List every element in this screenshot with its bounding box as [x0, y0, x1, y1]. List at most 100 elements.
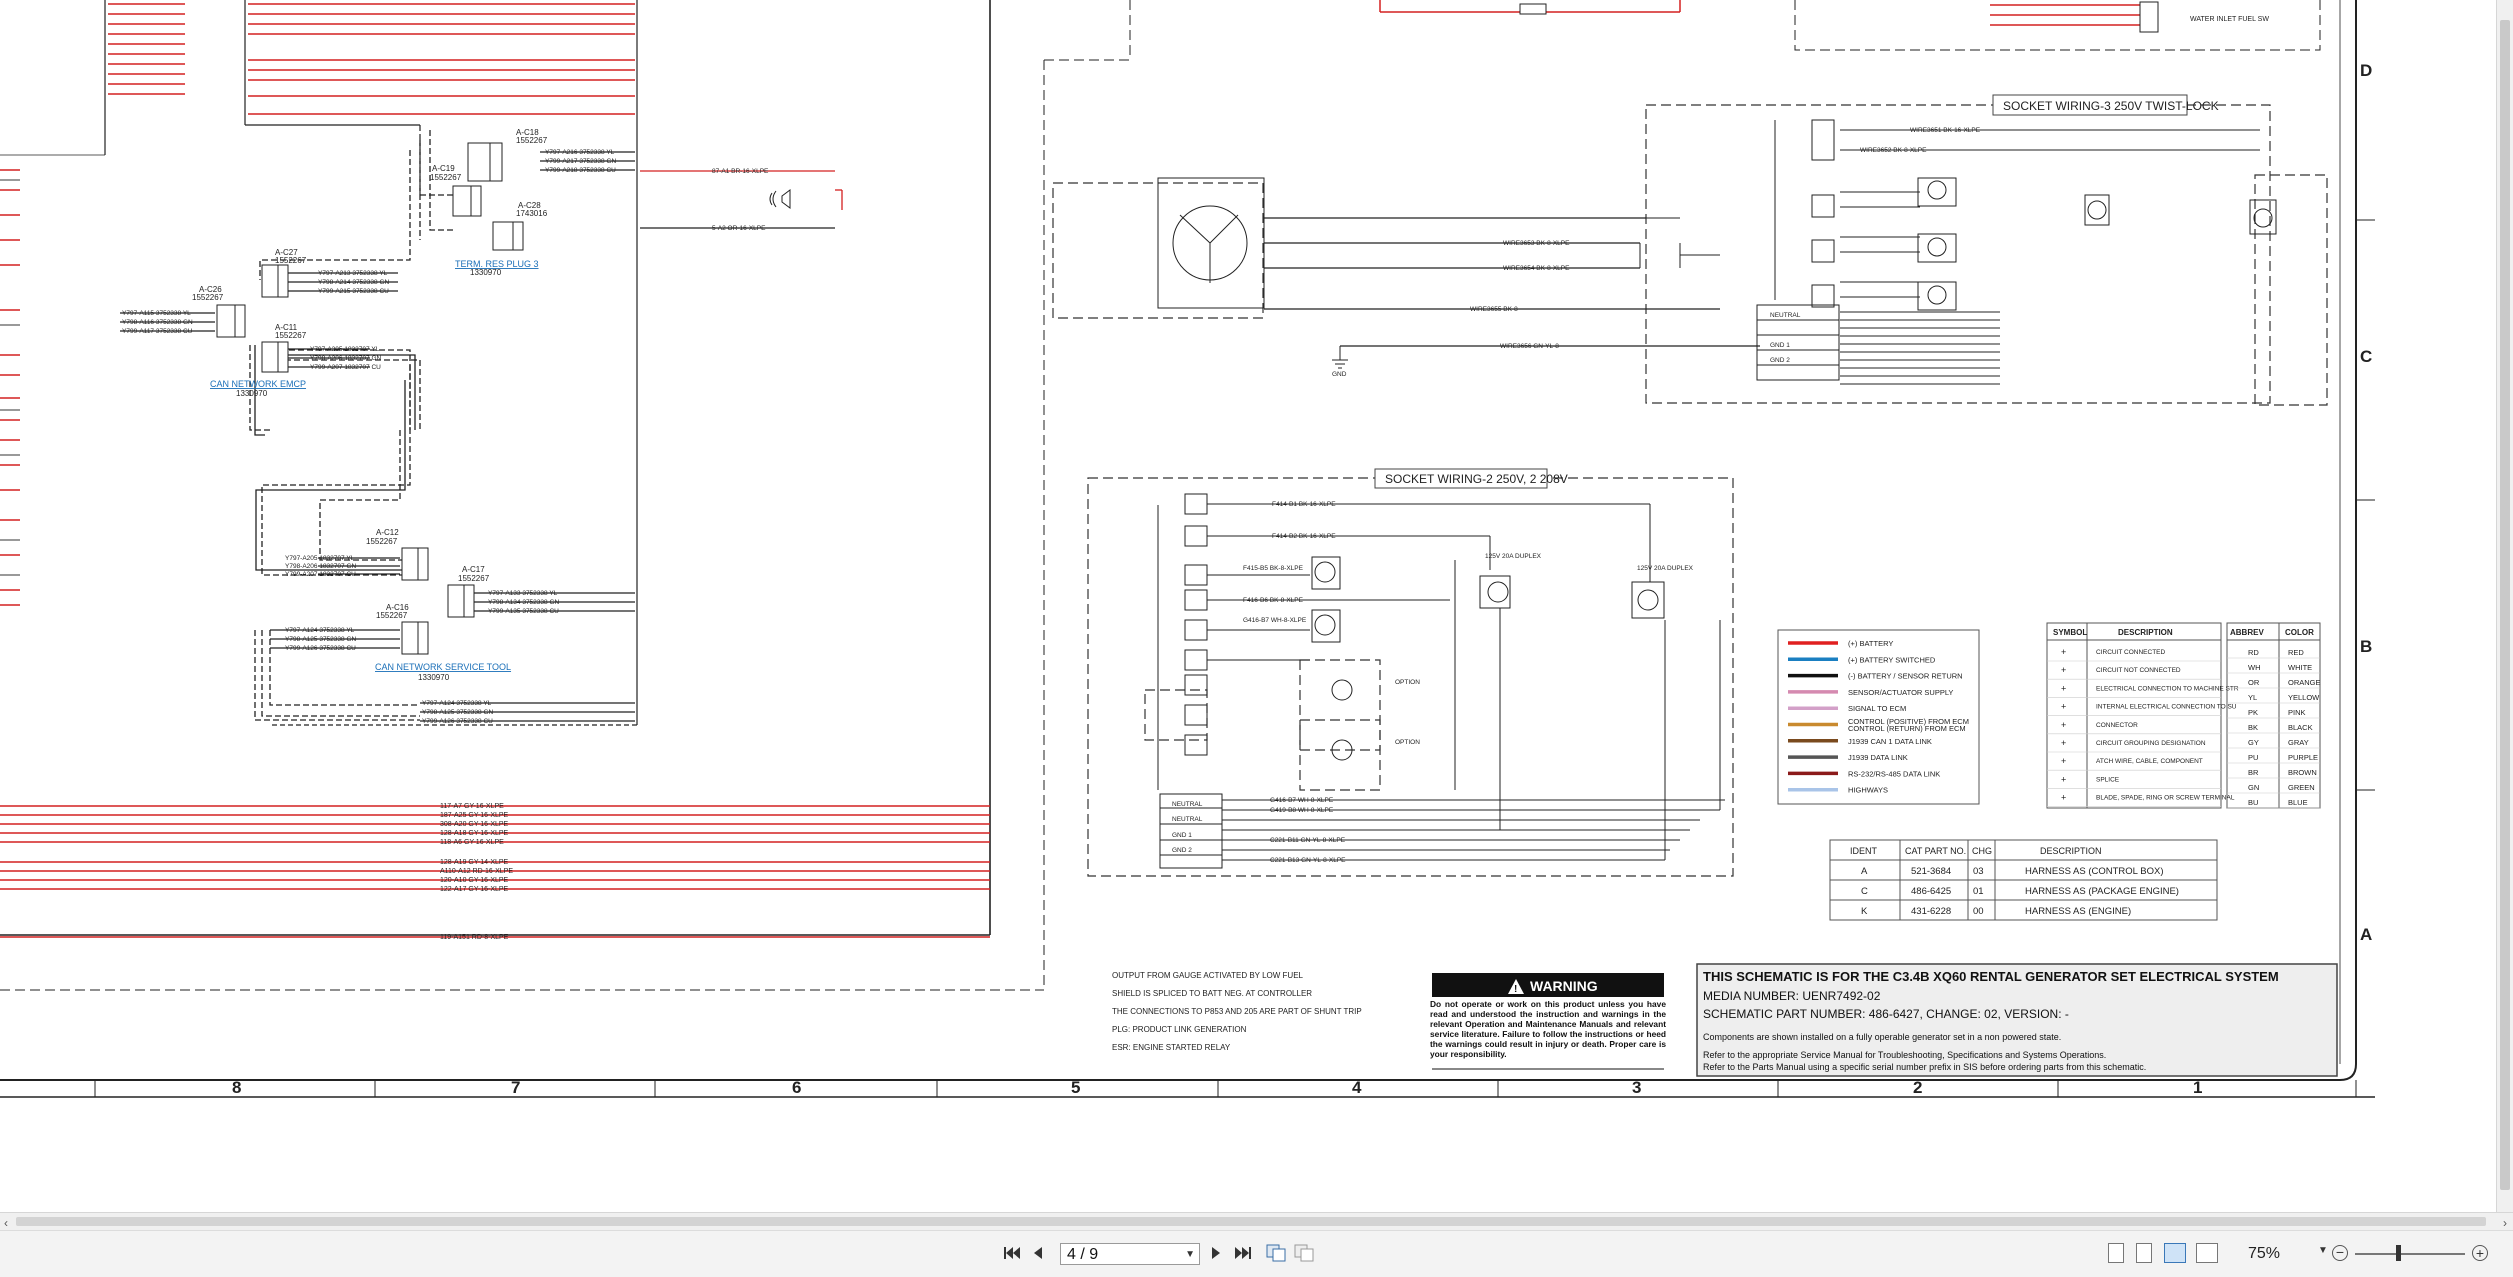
svg-text:SHIELD IS SPLICED TO BATT NEG.: SHIELD IS SPLICED TO BATT NEG. AT CONTRO…: [1112, 989, 1312, 998]
next-view-button[interactable]: [1294, 1241, 1314, 1265]
can-network-service-tool-link[interactable]: CAN NETWORK SERVICE TOOL: [375, 662, 511, 672]
zone-col-2: 2: [1913, 1078, 1922, 1097]
page-dropdown-icon[interactable]: ▼: [1185, 1244, 1195, 1266]
horizontal-scroll-thumb[interactable]: [16, 1217, 2486, 1226]
continuous-view-icon[interactable]: [2136, 1243, 2152, 1263]
symbol-glyph: +: [2061, 738, 2066, 748]
single-page-view-icon[interactable]: [2108, 1243, 2124, 1263]
legend-label: CONTROL (RETURN) FROM ECM: [1848, 724, 1966, 733]
scroll-left-arrow-icon[interactable]: ‹: [4, 1216, 8, 1230]
connector-pn: 1552267: [376, 611, 408, 620]
symbol-glyph: +: [2061, 793, 2066, 803]
ident-code: K: [1861, 906, 1868, 917]
svg-text:1330970: 1330970: [236, 389, 268, 398]
ident-part-number: 431-6228: [1911, 906, 1951, 917]
legend-label: RS-232/RS-485 DATA LINK: [1848, 769, 1940, 778]
svg-text:C221-B11 GN-YL-8-XLPE: C221-B11 GN-YL-8-XLPE: [1270, 837, 1346, 844]
legend-label: (+) BATTERY SWITCHED: [1848, 655, 1936, 664]
zone-col-1: 1: [2193, 1078, 2202, 1097]
wire-label: 308-A20 GY-16-XLPE: [440, 821, 509, 828]
zone-col-6: 6: [792, 1078, 801, 1097]
legend-label: SIGNAL TO ECM: [1848, 704, 1906, 713]
svg-text:G419-B8 WH-8-XLPE: G419-B8 WH-8-XLPE: [1270, 807, 1334, 814]
vertical-scroll-thumb[interactable]: [2500, 20, 2510, 1190]
title-line2: Refer to the appropriate Service Manual …: [1703, 1050, 2106, 1060]
connector-pn: 1552267: [458, 574, 490, 583]
first-page-icon: [1004, 1247, 1020, 1259]
facing-view-icon[interactable]: [2164, 1243, 2186, 1263]
previous-view-button[interactable]: [1266, 1241, 1286, 1265]
zone-row-a: A: [2360, 925, 2372, 944]
horizontal-scrollbar[interactable]: ‹ ›: [0, 1212, 2513, 1230]
svg-text:IDENT: IDENT: [1850, 846, 1878, 856]
zoom-out-icon[interactable]: −: [2332, 1245, 2348, 1261]
zoom-slider-thumb[interactable]: [2396, 1245, 2401, 1261]
svg-text:125V 20A DUPLEX: 125V 20A DUPLEX: [1485, 553, 1542, 560]
last-page-button[interactable]: [1234, 1241, 1252, 1265]
svg-text:PLG: PRODUCT LINK GENERATION: PLG: PRODUCT LINK GENERATION: [1112, 1025, 1247, 1034]
previous-page-button[interactable]: [1032, 1241, 1044, 1265]
svg-text:GND 1: GND 1: [1172, 832, 1192, 839]
svg-text:Y798-A134 3752338 GN: Y798-A134 3752338 GN: [488, 599, 559, 606]
color-name: BLACK: [2288, 723, 2313, 732]
svg-text:Y798-A116 3752338 GN: Y798-A116 3752338 GN: [122, 319, 193, 326]
svg-text:Y799-A218 3752338 CU: Y799-A218 3752338 CU: [545, 167, 616, 174]
first-page-button[interactable]: [1003, 1241, 1021, 1265]
color-abbrev: GN: [2248, 783, 2259, 792]
svg-text:DESCRIPTION: DESCRIPTION: [2040, 846, 2102, 856]
color-name: RED: [2288, 648, 2304, 657]
svg-text:F414-B2 BK-16-XLPE: F414-B2 BK-16-XLPE: [1272, 533, 1336, 540]
connector-pn: 1552267: [516, 136, 548, 145]
svg-text:G416-B7 WH-8-XLPE: G416-B7 WH-8-XLPE: [1243, 617, 1307, 624]
zoom-level[interactable]: 75%: [2248, 1245, 2280, 1263]
svg-text:OUTPUT FROM GAUGE ACTIVATED BY: OUTPUT FROM GAUGE ACTIVATED BY LOW FUEL: [1112, 971, 1304, 980]
drawing-border: [0, 0, 2375, 1098]
scroll-right-arrow-icon[interactable]: ›: [2503, 1216, 2507, 1230]
last-page-icon: [1235, 1247, 1251, 1259]
svg-text:Y799-A126 3752338 CU: Y799-A126 3752338 CU: [285, 645, 356, 652]
connector-pn: 1552267: [430, 173, 462, 182]
schematic-notes: OUTPUT FROM GAUGE ACTIVATED BY LOW FUEL …: [1112, 971, 1362, 1052]
symbol-glyph: +: [2061, 665, 2066, 675]
previous-view-icon: [1266, 1244, 1286, 1262]
svg-text:Y799-A217 3752338 GN: Y799-A217 3752338 GN: [545, 158, 616, 165]
svg-text:Y797-A124 3752338 YL: Y797-A124 3752338 YL: [285, 627, 355, 634]
color-abbrev: PU: [2248, 753, 2258, 762]
svg-text:C221-B13 GN-YL-8-XLPE: C221-B13 GN-YL-8-XLPE: [1270, 857, 1346, 864]
legend-label: (-) BATTERY / SENSOR RETURN: [1848, 672, 1963, 681]
symbol-glyph: +: [2061, 702, 2066, 712]
wire-label: 118-A6 GY-16-XLPE: [440, 839, 504, 846]
page-number-input[interactable]: 4 / 9 ▼: [1060, 1243, 1200, 1265]
next-page-button[interactable]: [1210, 1241, 1222, 1265]
continuous-facing-view-icon[interactable]: [2196, 1243, 2218, 1263]
gnd-label: GND: [1332, 371, 1347, 378]
top-center-fragment: [1379, 0, 2321, 51]
symbol-table-headers: SYMBOL DESCRIPTION: [2053, 628, 2173, 637]
ident-description: HARNESS AS (ENGINE): [2025, 906, 2131, 917]
svg-text:WIRE3653 BK-8-XLPE: WIRE3653 BK-8-XLPE: [1503, 240, 1570, 247]
symbol-glyph: +: [2061, 774, 2066, 784]
color-table-rows: RD RED WH WHITE OR ORANGE YL YELLOW PK PINK BK BLAC…: [2227, 648, 2321, 809]
symbol-glyph: +: [2061, 647, 2066, 657]
color-abbrev: BK: [2248, 723, 2258, 732]
zoom-dropdown-icon[interactable]: ▼: [2318, 1245, 2328, 1256]
svg-text:1330970: 1330970: [470, 268, 502, 277]
svg-text:DESCRIPTION: DESCRIPTION: [2118, 628, 2173, 637]
ident-table-headers: IDENT CAT PART NO. CHG DESCRIPTION: [1850, 846, 2102, 856]
zoom-in-icon[interactable]: +: [2472, 1245, 2488, 1261]
can-network-emcp-link[interactable]: CAN NETWORK EMCP: [210, 379, 306, 389]
svg-text:Y799-A117 3752338 CU: Y799-A117 3752338 CU: [122, 328, 193, 335]
svg-text:ABBREV: ABBREV: [2230, 628, 2264, 637]
wire-label: 128-A18 GY-16-XLPE: [440, 830, 509, 837]
color-abbrev: BU: [2248, 798, 2258, 807]
ident-code: C: [1861, 886, 1868, 897]
symbol-description: ELECTRICAL CONNECTION TO MACHINE STR: [2096, 685, 2239, 692]
socket-wiring-2-title: SOCKET WIRING-2 250V, 2 208V: [1385, 472, 1568, 486]
symbol-description: CIRCUIT CONNECTED: [2096, 649, 2166, 656]
vertical-scrollbar[interactable]: [2496, 0, 2513, 1212]
svg-text:Y797-A115 3752338 YL: Y797-A115 3752338 YL: [122, 310, 191, 317]
svg-text:G416-B7 WH-8-XLPE: G416-B7 WH-8-XLPE: [1270, 797, 1334, 804]
zoom-slider[interactable]: [2355, 1253, 2465, 1255]
ident-change: 03: [1973, 866, 1984, 877]
color-table-headers: ABBREV COLOR: [2230, 628, 2314, 637]
